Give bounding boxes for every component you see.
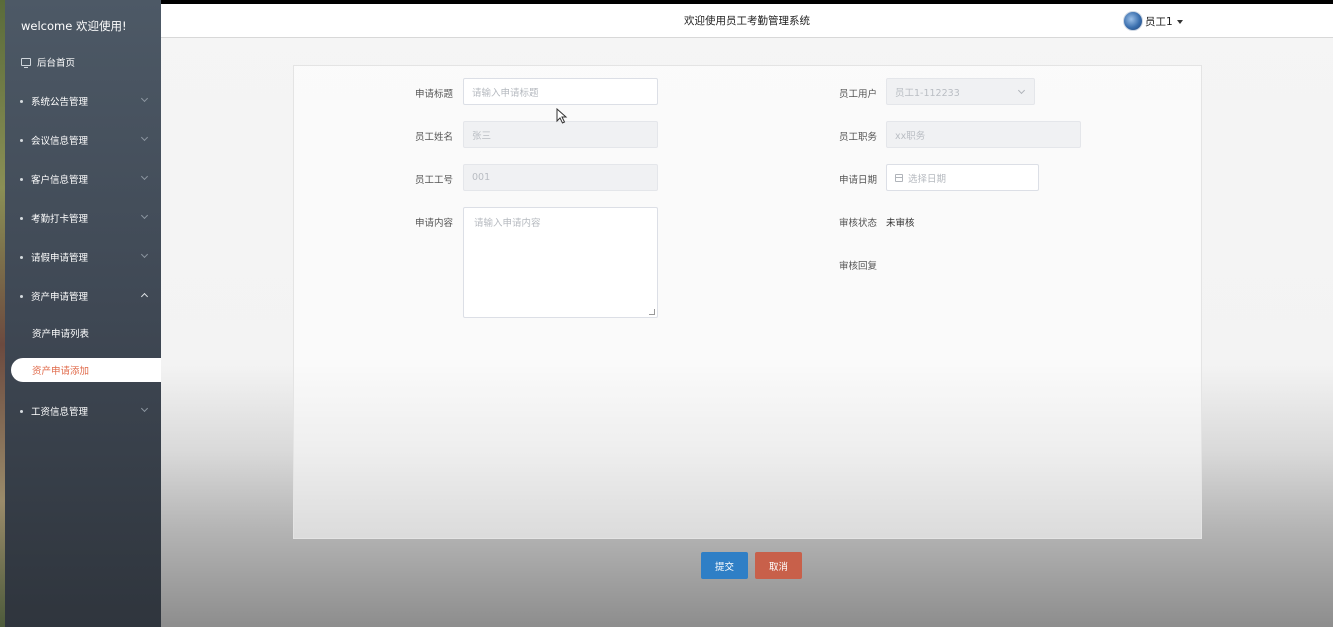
chevron-down-icon [1017, 86, 1026, 95]
sidebar-item-label: 请假申请管理 [31, 253, 89, 264]
sidebar-item-label: 后台首页 [37, 58, 76, 69]
content-label: 申请内容 [415, 218, 454, 229]
calendar-icon [895, 173, 903, 182]
sidebar-item-announcements[interactable]: 系统公告管理 [5, 90, 161, 112]
name-label: 员工姓名 [415, 132, 454, 143]
content-textarea[interactable]: 请输入申请内容 [463, 207, 658, 318]
position-field[interactable]: xx职务 [886, 121, 1081, 148]
sidebar: welcome 欢迎使用! 后台首页 系统公告管理 会议信息管理 客户信息管理 … [5, 0, 161, 627]
sidebar-item-label: 资产申请管理 [31, 292, 89, 303]
sidebar-item-customers[interactable]: 客户信息管理 [5, 168, 161, 190]
date-label: 申请日期 [839, 175, 878, 186]
sidebar-item-leave[interactable]: 请假申请管理 [5, 246, 161, 268]
bullet-icon [20, 409, 23, 413]
sidebar-item-label: 考勤打卡管理 [31, 214, 89, 225]
avatar [1123, 11, 1143, 31]
position-label: 员工职务 [839, 132, 878, 143]
chevron-down-icon [140, 211, 149, 220]
mouse-cursor-icon [556, 108, 568, 124]
sidebar-item-home[interactable]: 后台首页 [21, 55, 75, 69]
user-select[interactable]: 员工1-112233 [886, 78, 1035, 105]
sidebar-item-label: 客户信息管理 [31, 175, 89, 186]
user-name: 员工1 [1145, 15, 1173, 28]
sidebar-item-label: 系统公告管理 [31, 97, 89, 108]
number-field[interactable]: 001 [463, 164, 658, 191]
chevron-down-icon [140, 94, 149, 103]
user-menu[interactable]: 员工1 [1123, 11, 1183, 31]
sidebar-item-attendance[interactable]: 考勤打卡管理 [5, 207, 161, 229]
caret-down-icon [1176, 19, 1183, 24]
sidebar-welcome: welcome 欢迎使用! [21, 19, 127, 33]
user-value: 员工1-112233 [895, 87, 960, 99]
bullet-icon [20, 99, 23, 103]
top-bar: 欢迎使用员工考勤管理系统 员工1 [161, 4, 1333, 38]
cancel-button[interactable]: 取消 [755, 552, 802, 579]
sidebar-item-assets[interactable]: 资产申请管理 [5, 285, 161, 307]
number-value: 001 [472, 172, 491, 183]
sidebar-subitem-asset-add[interactable]: 资产申请添加 [11, 358, 161, 382]
status-value: 未审核 [886, 218, 915, 229]
user-label: 员工用户 [839, 89, 878, 100]
sidebar-subitem-asset-list[interactable]: 资产申请列表 [32, 326, 89, 340]
bullet-icon [20, 255, 23, 259]
reply-label: 审核回复 [839, 261, 878, 272]
name-field[interactable]: 张三 [463, 121, 658, 148]
title-input[interactable]: 请输入申请标题 [463, 78, 658, 105]
sidebar-item-label: 工资信息管理 [31, 407, 89, 418]
name-value: 张三 [472, 130, 492, 142]
date-picker[interactable]: 选择日期 [886, 164, 1039, 191]
sidebar-item-meetings[interactable]: 会议信息管理 [5, 129, 161, 151]
bullet-icon [20, 177, 23, 181]
form-panel: 申请标题 请输入申请标题 员工姓名 张三 员工工号 001 申请内容 请输入申请… [293, 65, 1202, 539]
number-label: 员工工号 [415, 175, 454, 186]
main-content: 欢迎使用员工考勤管理系统 员工1 申请标题 请输入申请标题 员工姓名 张三 员工… [161, 4, 1333, 627]
monitor-icon [21, 58, 31, 68]
sidebar-item-label: 会议信息管理 [31, 136, 89, 147]
bullet-icon [20, 138, 23, 142]
sidebar-item-salary[interactable]: 工资信息管理 [5, 400, 161, 422]
content-placeholder: 请输入申请内容 [474, 218, 541, 229]
submit-button[interactable]: 提交 [701, 552, 748, 579]
bullet-icon [20, 294, 23, 298]
position-value: xx职务 [895, 130, 926, 142]
chevron-down-icon [140, 133, 149, 142]
bullet-icon [20, 216, 23, 220]
resize-handle-icon[interactable] [649, 309, 655, 315]
date-placeholder: 选择日期 [908, 173, 947, 185]
status-label: 审核状态 [839, 218, 878, 229]
chevron-up-icon [140, 292, 149, 301]
title-placeholder: 请输入申请标题 [472, 87, 539, 99]
chevron-down-icon [140, 172, 149, 181]
chevron-down-icon [140, 404, 149, 413]
title-label: 申请标题 [415, 89, 454, 100]
chevron-down-icon [140, 250, 149, 259]
